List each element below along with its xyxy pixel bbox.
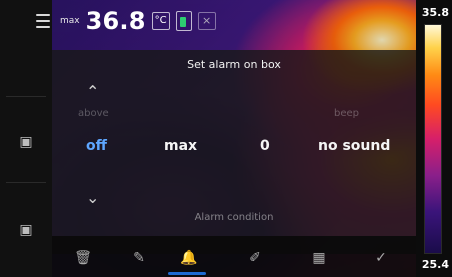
alarm-settings-panel: Set alarm on box ⌃ ⌄ above beep off max … — [52, 50, 416, 254]
faint-label-beep: beep — [334, 108, 359, 119]
scale-max-value: 35.8 — [421, 6, 449, 19]
chevron-up-icon[interactable]: ⌃ — [86, 84, 99, 100]
alarm-values-row: off max 0 no sound — [52, 138, 416, 158]
max-label: max — [60, 16, 80, 26]
alarm-condition-label: Alarm condition — [194, 212, 274, 223]
left-rail-separator-2 — [6, 182, 46, 183]
menu-icon-line — [36, 26, 50, 28]
battery-icon — [175, 11, 192, 31]
mute-icon: × — [197, 12, 216, 30]
faint-label-above: above — [78, 108, 109, 119]
active-tool-indicator — [168, 272, 206, 275]
max-temperature-value: 36.8 — [85, 7, 146, 35]
bottom-toolbar: 🗑 ✎ 🔔 ✐ ▦ ✓ — [52, 236, 416, 277]
alarm-target-value[interactable]: max — [164, 138, 197, 154]
pen-icon[interactable]: ✐ — [244, 247, 266, 269]
thermal-camera-screen: ▣ ▣ 35.8 25.4 max 36.8 °C × Set alarm on… — [0, 0, 452, 277]
confirm-icon[interactable]: ✓ — [370, 247, 392, 269]
menu-icon[interactable] — [36, 14, 50, 28]
scale-min-value: 25.4 — [421, 258, 449, 271]
edit-icon[interactable]: ✎ — [128, 247, 150, 269]
left-rail-separator-1 — [6, 96, 46, 97]
chevron-down-icon[interactable]: ⌄ — [86, 190, 99, 206]
left-rail: ▣ ▣ — [0, 0, 52, 277]
menu-icon-line — [36, 20, 50, 22]
temperature-color-scale — [424, 24, 442, 254]
top-status-bar: max 36.8 °C × — [34, 6, 216, 36]
left-rail-mode-icon-1[interactable]: ▣ — [16, 132, 36, 152]
trash-icon[interactable]: 🗑 — [72, 247, 94, 269]
alarm-sound-value[interactable]: no sound — [318, 138, 390, 154]
temperature-scale-rail: 35.8 25.4 — [416, 0, 452, 277]
panel-title: Set alarm on box — [187, 58, 281, 71]
menu-icon-line — [36, 14, 50, 16]
bell-icon[interactable]: 🔔 — [178, 247, 200, 269]
left-rail-mode-icon-2[interactable]: ▣ — [16, 220, 36, 240]
degree-celsius-icon: °C — [151, 12, 170, 30]
alarm-threshold-value[interactable]: 0 — [260, 138, 270, 154]
alarm-mode-value[interactable]: off — [86, 138, 107, 154]
grid-icon[interactable]: ▦ — [308, 247, 330, 269]
